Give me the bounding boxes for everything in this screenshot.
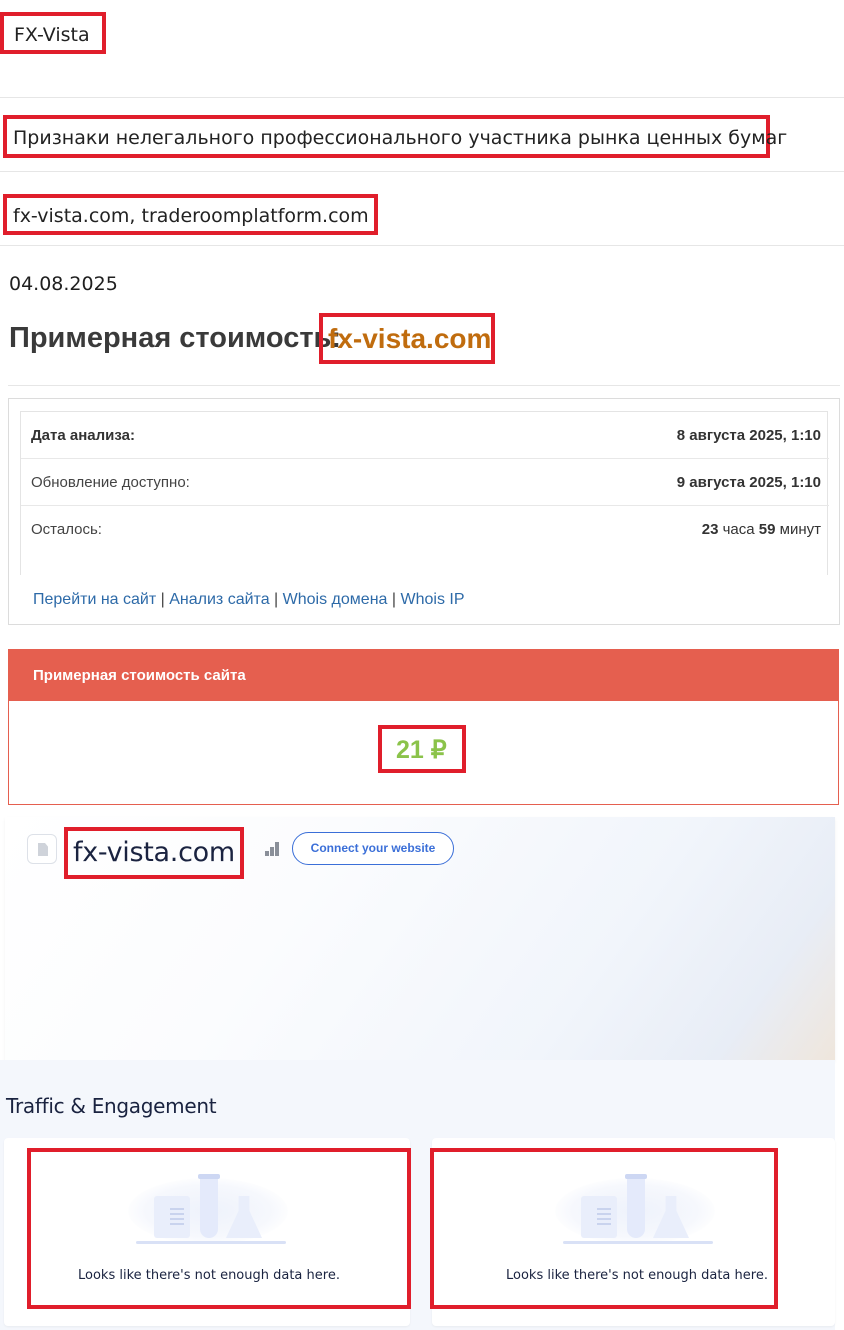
brand-title: FX-Vista bbox=[0, 12, 106, 54]
analysis-table: Дата анализа: 8 августа 2025, 1:10 Обнов… bbox=[20, 411, 829, 575]
link-whois-ip[interactable]: Whois IP bbox=[400, 591, 464, 608]
estimated-cost-label: Примерная стоимость: bbox=[9, 322, 342, 354]
analysis-row-date: Дата анализа: 8 августа 2025, 1:10 bbox=[21, 412, 829, 459]
analysis-row-remaining: Осталось: 23 часа 59 минут bbox=[21, 506, 829, 553]
analysis-row-update: Обновление доступно: 9 августа 2025, 1:1… bbox=[21, 459, 829, 506]
analysis-row-value: 23 часа 59 минут bbox=[702, 521, 821, 538]
widget-site-name-text: fx-vista.com bbox=[73, 837, 235, 868]
site-value-amount: 21 ₽ bbox=[378, 725, 466, 773]
date-text: 04.08.2025 bbox=[9, 273, 118, 295]
divider bbox=[0, 171, 844, 172]
favicon-icon bbox=[27, 834, 57, 864]
estimated-cost-domain-text[interactable]: fx-vista.com bbox=[328, 323, 491, 355]
highlight-box bbox=[27, 1148, 411, 1309]
traffic-title: Traffic & Engagement bbox=[6, 1094, 217, 1118]
site-value-header: Примерная стоимость сайта bbox=[9, 650, 838, 701]
analysis-row-label: Дата анализа: bbox=[31, 427, 135, 444]
link-site-analysis[interactable]: Анализ сайта bbox=[169, 591, 269, 608]
remaining-minutes-unit: минут bbox=[779, 521, 821, 538]
analysis-row-label: Обновление доступно: bbox=[31, 474, 190, 491]
connect-website-button[interactable]: Connect your website bbox=[292, 832, 454, 865]
remaining-hours-unit: часа bbox=[722, 521, 755, 538]
divider bbox=[0, 245, 844, 246]
divider bbox=[8, 385, 840, 386]
link-whois-domain[interactable]: Whois домена bbox=[283, 591, 388, 608]
page-heading-text: Признаки нелегального профессионального … bbox=[13, 127, 788, 149]
rank-bars-icon bbox=[265, 840, 281, 856]
remaining-hours: 23 bbox=[701, 521, 719, 538]
link-separator: | bbox=[391, 591, 397, 608]
analysis-row-value: 8 августа 2025, 1:10 bbox=[676, 427, 821, 444]
analysis-row-label: Осталось: bbox=[31, 521, 102, 538]
site-value-title: Примерная стоимость сайта bbox=[33, 667, 246, 684]
link-go-to-site[interactable]: Перейти на сайт bbox=[33, 591, 156, 608]
estimated-cost-domain[interactable]: fx-vista.com bbox=[319, 313, 495, 364]
link-separator: | bbox=[274, 591, 279, 608]
domains-line: fx-vista.com, traderoomplatform.com bbox=[3, 194, 378, 235]
site-value-amount-text: 21 ₽ bbox=[396, 736, 447, 764]
remaining-minutes: 59 bbox=[758, 521, 776, 538]
link-separator: | bbox=[160, 591, 165, 608]
analysis-row-value: 9 августа 2025, 1:10 bbox=[676, 474, 821, 491]
analysis-panel: Дата анализа: 8 августа 2025, 1:10 Обнов… bbox=[8, 398, 840, 625]
highlight-box bbox=[430, 1148, 778, 1309]
widget-site-name: fx-vista.com bbox=[64, 827, 244, 879]
analysis-links: Перейти на сайт | Анализ сайта | Whois д… bbox=[33, 591, 465, 609]
domains-text: fx-vista.com, traderoomplatform.com bbox=[13, 205, 369, 227]
page-heading: Признаки нелегального профессионального … bbox=[3, 115, 787, 158]
brand-title-text: FX-Vista bbox=[14, 24, 90, 46]
divider bbox=[0, 97, 844, 98]
